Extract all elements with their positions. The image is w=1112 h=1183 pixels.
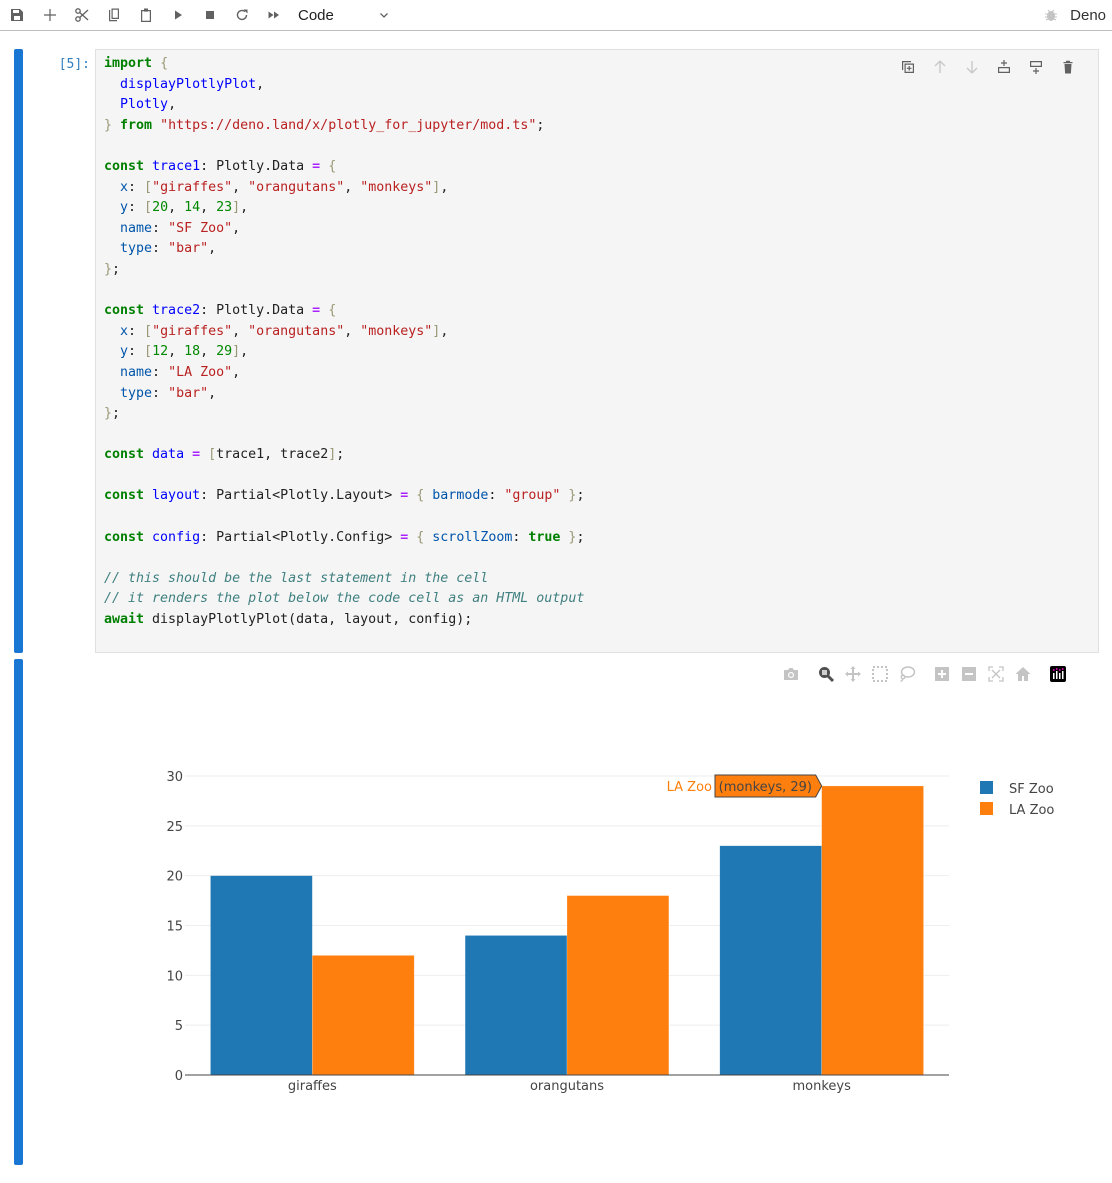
x-tick-label: monkeys — [792, 1079, 851, 1094]
x-tick-label: orangutans — [530, 1079, 604, 1094]
bar-chart[interactable]: 0 5 10 15 20 25 30 giraffes orangutans monkeys SF … — [0, 0, 1112, 1183]
y-tick-label: 20 — [166, 870, 183, 885]
bar[interactable] — [312, 955, 415, 1076]
legend-swatch[interactable] — [980, 781, 993, 794]
y-tick-label: 10 — [166, 969, 183, 984]
y-tick-label: 5 — [175, 1019, 183, 1034]
y-tick-label: 30 — [166, 770, 183, 785]
bar[interactable] — [210, 875, 313, 1076]
y-tick-label: 0 — [175, 1069, 183, 1084]
bar[interactable] — [719, 845, 822, 1076]
bar[interactable] — [464, 935, 568, 1076]
legend-swatch[interactable] — [980, 802, 993, 815]
legend-label[interactable]: LA Zoo — [1009, 803, 1054, 818]
hover-tooltip-series: LA Zoo — [667, 780, 712, 795]
legend-label[interactable]: SF Zoo — [1009, 782, 1054, 797]
hover-tooltip-value: (monkeys, 29) — [719, 780, 812, 795]
bar[interactable] — [821, 785, 924, 1076]
y-tick-label: 15 — [166, 920, 183, 935]
x-tick-label: giraffes — [288, 1079, 337, 1094]
y-tick-label: 25 — [166, 820, 183, 835]
bar[interactable] — [566, 895, 670, 1076]
